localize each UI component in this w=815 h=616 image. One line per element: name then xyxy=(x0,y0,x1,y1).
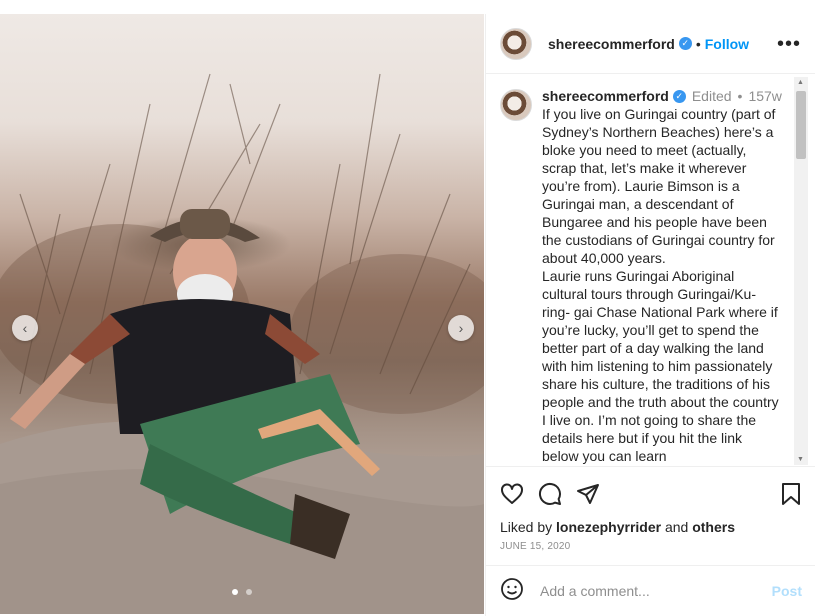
post-header: shereecommerford ✓ • Follow ••• xyxy=(486,14,815,74)
comment-bar: Post xyxy=(486,565,815,616)
carousel-indicator xyxy=(0,582,484,600)
author-avatar[interactable] xyxy=(500,27,532,60)
edited-label: Edited xyxy=(691,88,732,104)
scroll-down-icon[interactable]: ▼ xyxy=(797,456,804,463)
caption-author-username[interactable]: shereecommerford xyxy=(542,87,669,105)
caption-body: shereecommerford ✓ Edited • 157w If you … xyxy=(542,87,782,465)
post-actions: Liked by lonezephyrrider and others JUNE… xyxy=(486,466,815,564)
more-options-icon[interactable]: ••• xyxy=(777,34,801,54)
scroll-up-icon[interactable]: ▲ xyxy=(797,79,804,86)
photo-illustration xyxy=(0,73,484,614)
liked-by-user-link[interactable]: lonezephyrrider xyxy=(556,519,661,535)
emoji-icon[interactable] xyxy=(500,577,524,606)
like-heart-icon[interactable] xyxy=(500,482,524,506)
verified-badge-icon: ✓ xyxy=(672,89,686,103)
carousel-prev-button[interactable]: ‹ xyxy=(12,315,38,341)
post-comment-button[interactable]: Post xyxy=(772,583,802,599)
caption-scrollbar[interactable]: ▲ ▼ xyxy=(794,77,808,465)
follow-button[interactable]: Follow xyxy=(705,36,749,52)
carousel-next-button[interactable]: › xyxy=(448,315,474,341)
post-date[interactable]: JUNE 15, 2020 xyxy=(500,541,802,552)
post-sidebar: shereecommerford ✓ • Follow ••• shereeco… xyxy=(485,14,815,616)
post-photo[interactable]: ‹ › xyxy=(0,14,484,614)
save-bookmark-icon[interactable] xyxy=(780,482,802,506)
likes-summary: Liked by lonezephyrrider and others xyxy=(500,519,802,535)
likes-and: and xyxy=(664,519,689,535)
action-bar xyxy=(500,479,802,509)
comment-bubble-icon[interactable] xyxy=(538,482,562,506)
carousel-dot xyxy=(246,589,253,595)
comment-input[interactable] xyxy=(540,583,760,599)
likes-others-link[interactable]: others xyxy=(692,519,735,535)
scrollbar-thumb[interactable] xyxy=(796,91,806,159)
caption-comment: shereecommerford ✓ Edited • 157w If you … xyxy=(486,75,815,465)
carousel-dot-active xyxy=(231,589,238,595)
caption-author-avatar[interactable] xyxy=(500,89,532,121)
author-username[interactable]: shereecommerford xyxy=(548,36,675,52)
post-age[interactable]: 157w xyxy=(748,87,781,105)
caption-header: shereecommerford ✓ Edited • 157w xyxy=(542,87,782,105)
likes-prefix: Liked by xyxy=(500,519,553,535)
caption-text: If you live on Guringai country (part of… xyxy=(542,106,779,464)
caption-scroll-area[interactable]: shereecommerford ✓ Edited • 157w If you … xyxy=(486,75,815,467)
meta-separator: • xyxy=(737,88,743,104)
verified-badge-icon: ✓ xyxy=(678,37,692,50)
share-send-icon[interactable] xyxy=(576,482,600,506)
header-separator: • xyxy=(695,35,701,52)
